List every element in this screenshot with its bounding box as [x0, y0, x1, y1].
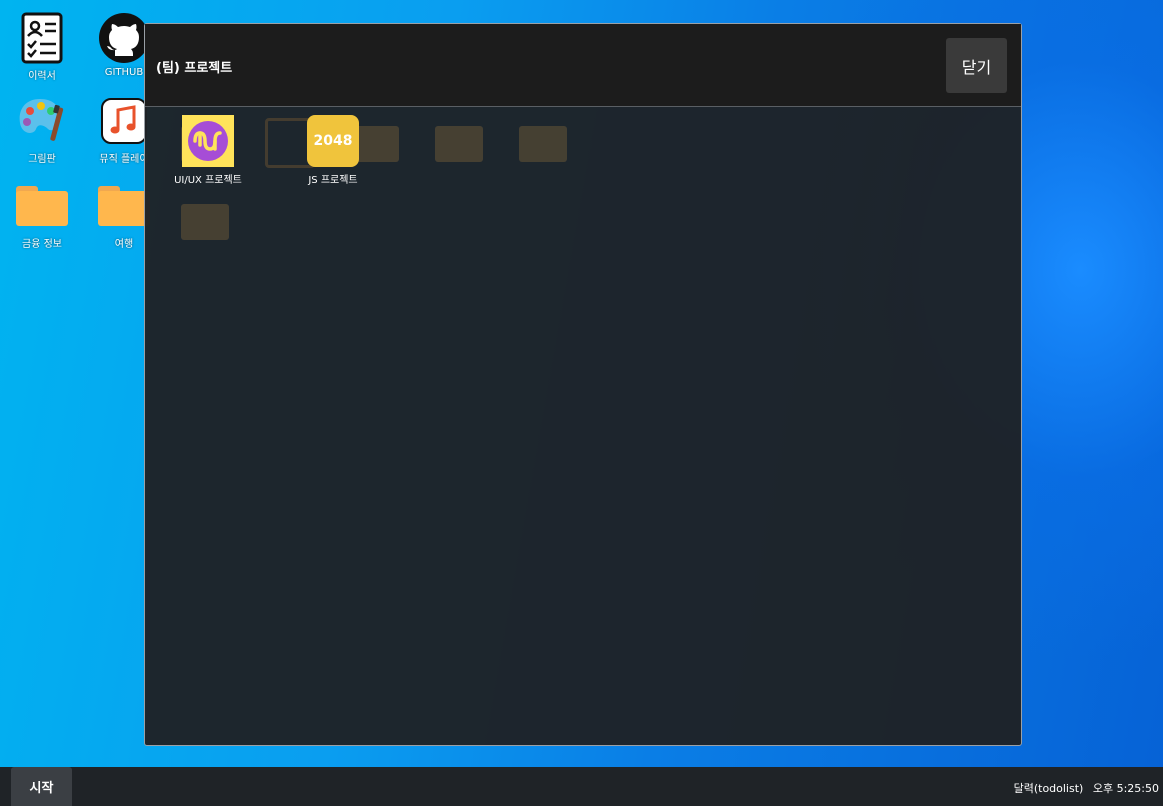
folder-icon — [98, 180, 150, 232]
modal-title: (팀) 프로젝트 — [156, 61, 233, 76]
project-item-label: JS 프로젝트 — [308, 175, 358, 186]
desktop-icon-paint[interactable]: 그림판 — [0, 95, 84, 165]
project-item-uiux[interactable]: UI/UX 프로젝트 — [163, 115, 253, 186]
close-button[interactable]: 닫기 — [946, 38, 1007, 93]
background-ghost-icons — [145, 108, 1021, 248]
music-note-icon — [98, 95, 150, 147]
folder-icon — [16, 180, 68, 232]
github-icon — [98, 12, 150, 64]
game-2048-icon: 2048 — [307, 115, 359, 167]
clock: 오후 5:25:50 — [1092, 782, 1159, 795]
modal-header: (팀) 프로젝트 닫기 — [145, 24, 1021, 107]
desktop-icon-label: 금융 정보 — [22, 239, 62, 250]
start-button[interactable]: 시작 — [11, 767, 72, 806]
desktop-icon-resume[interactable]: 이력서 — [0, 12, 84, 82]
desktop-icon-label: 이력서 — [28, 71, 56, 82]
paint-palette-icon — [16, 95, 68, 147]
project-item-label: UI/UX 프로젝트 — [174, 175, 242, 186]
system-tray: 달력(todolist) 오후 5:25:50 — [1008, 780, 1159, 796]
taskbar-app-todolist[interactable]: 달력(todolist) — [1014, 782, 1084, 795]
resume-icon — [16, 12, 68, 64]
project-item-js[interactable]: 2048 JS 프로젝트 — [288, 115, 378, 186]
uiux-wave-icon — [182, 115, 234, 167]
taskbar: 시작 달력(todolist) 오후 5:25:50 — [0, 767, 1163, 806]
desktop-icon-label: 그림판 — [28, 154, 56, 165]
desktop-icon-finance-folder[interactable]: 금융 정보 — [0, 180, 84, 250]
project-modal: (팀) 프로젝트 닫기 UI/UX 프로젝트 2048 JS 프로젝트 — [144, 23, 1022, 746]
